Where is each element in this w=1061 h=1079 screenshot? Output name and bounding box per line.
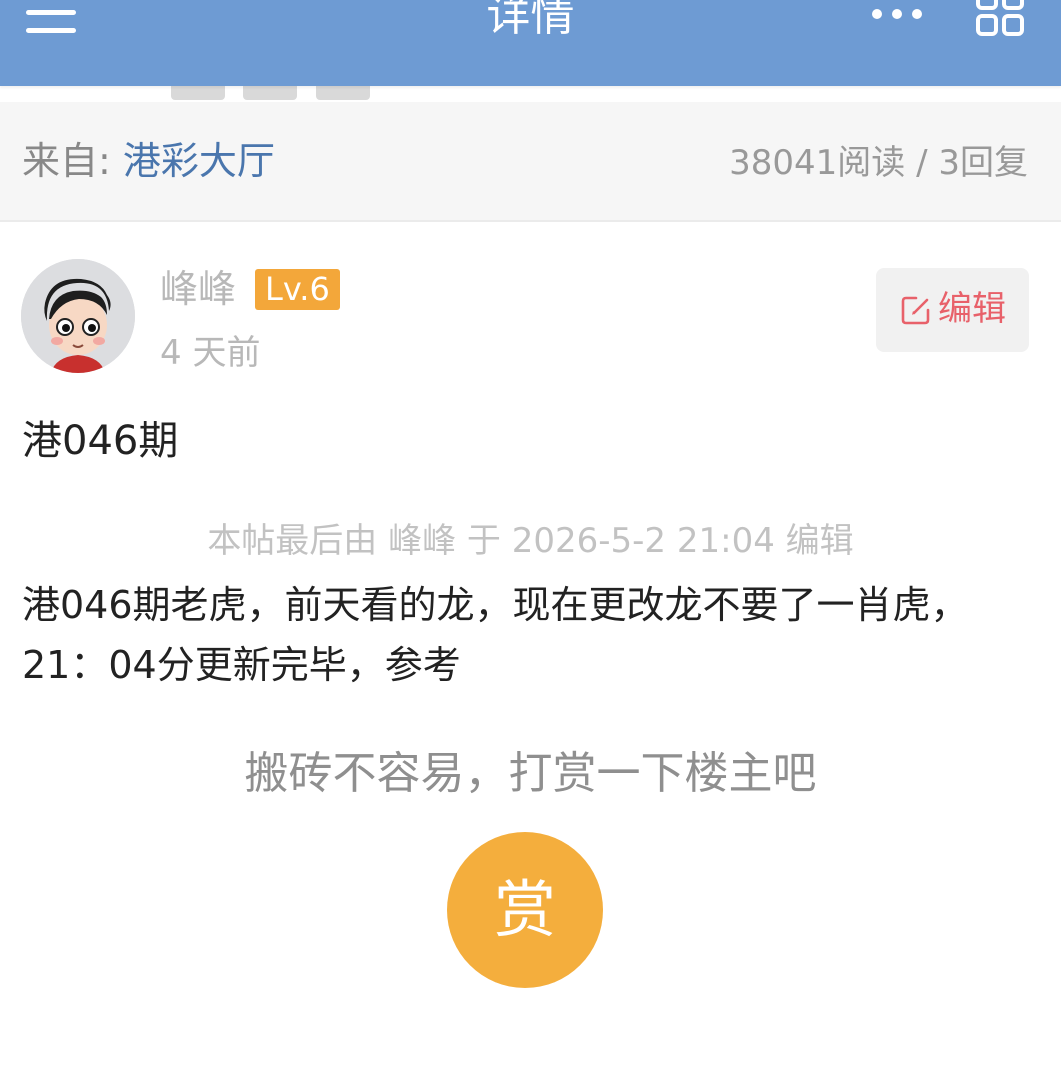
grid-apps-icon[interactable]	[972, 0, 1028, 42]
forum-link[interactable]: 港彩大厅	[123, 139, 275, 183]
tag-chip	[316, 86, 370, 100]
grid-apps-svg	[976, 0, 1024, 36]
scrolled-content-peek	[0, 86, 1061, 102]
reward-prompt: 搬砖不容易，打赏一下楼主吧	[244, 748, 817, 799]
post-source-bar: 来自: 港彩大厅 38041阅读 / 3回复	[0, 102, 1061, 222]
more-dots-icon[interactable]	[866, 0, 928, 30]
source-info: 来自: 港彩大厅	[22, 136, 275, 186]
post-body: 港046期老虎，前天看的龙，现在更改龙不要了一肖虎，21：04分更新完毕，参考	[22, 583, 969, 687]
more-dot	[892, 9, 902, 19]
last-edited-note: 本帖最后由 峰峰 于 2026-5-2 21:04 编辑	[207, 521, 854, 561]
post-detail-page: 详情 来自: 港彩大厅 38041阅读 / 3回复 峰峰 Lv.6 4 天前 编…	[0, 0, 1061, 1079]
edit-button-label: 编辑	[938, 289, 1006, 329]
edit-post-button[interactable]: 编辑	[876, 268, 1029, 352]
tag-chip	[243, 86, 297, 100]
tag-chip	[171, 86, 225, 100]
level-badge: Lv.6	[255, 269, 340, 310]
post-title: 港046期	[22, 418, 179, 464]
edit-pencil-icon	[901, 296, 930, 325]
avatar[interactable]	[21, 259, 135, 373]
reward-button[interactable]: 赏	[447, 832, 603, 988]
post-stats: 38041阅读 / 3回复	[729, 143, 1028, 183]
top-navigation-bar: 详情	[0, 0, 1061, 86]
source-label: 来自:	[22, 139, 111, 183]
more-dot	[912, 9, 922, 19]
post-timestamp: 4 天前	[160, 333, 261, 373]
author-name[interactable]: 峰峰	[160, 264, 236, 314]
cartoon-avatar-icon	[21, 259, 135, 373]
more-dot	[872, 9, 882, 19]
